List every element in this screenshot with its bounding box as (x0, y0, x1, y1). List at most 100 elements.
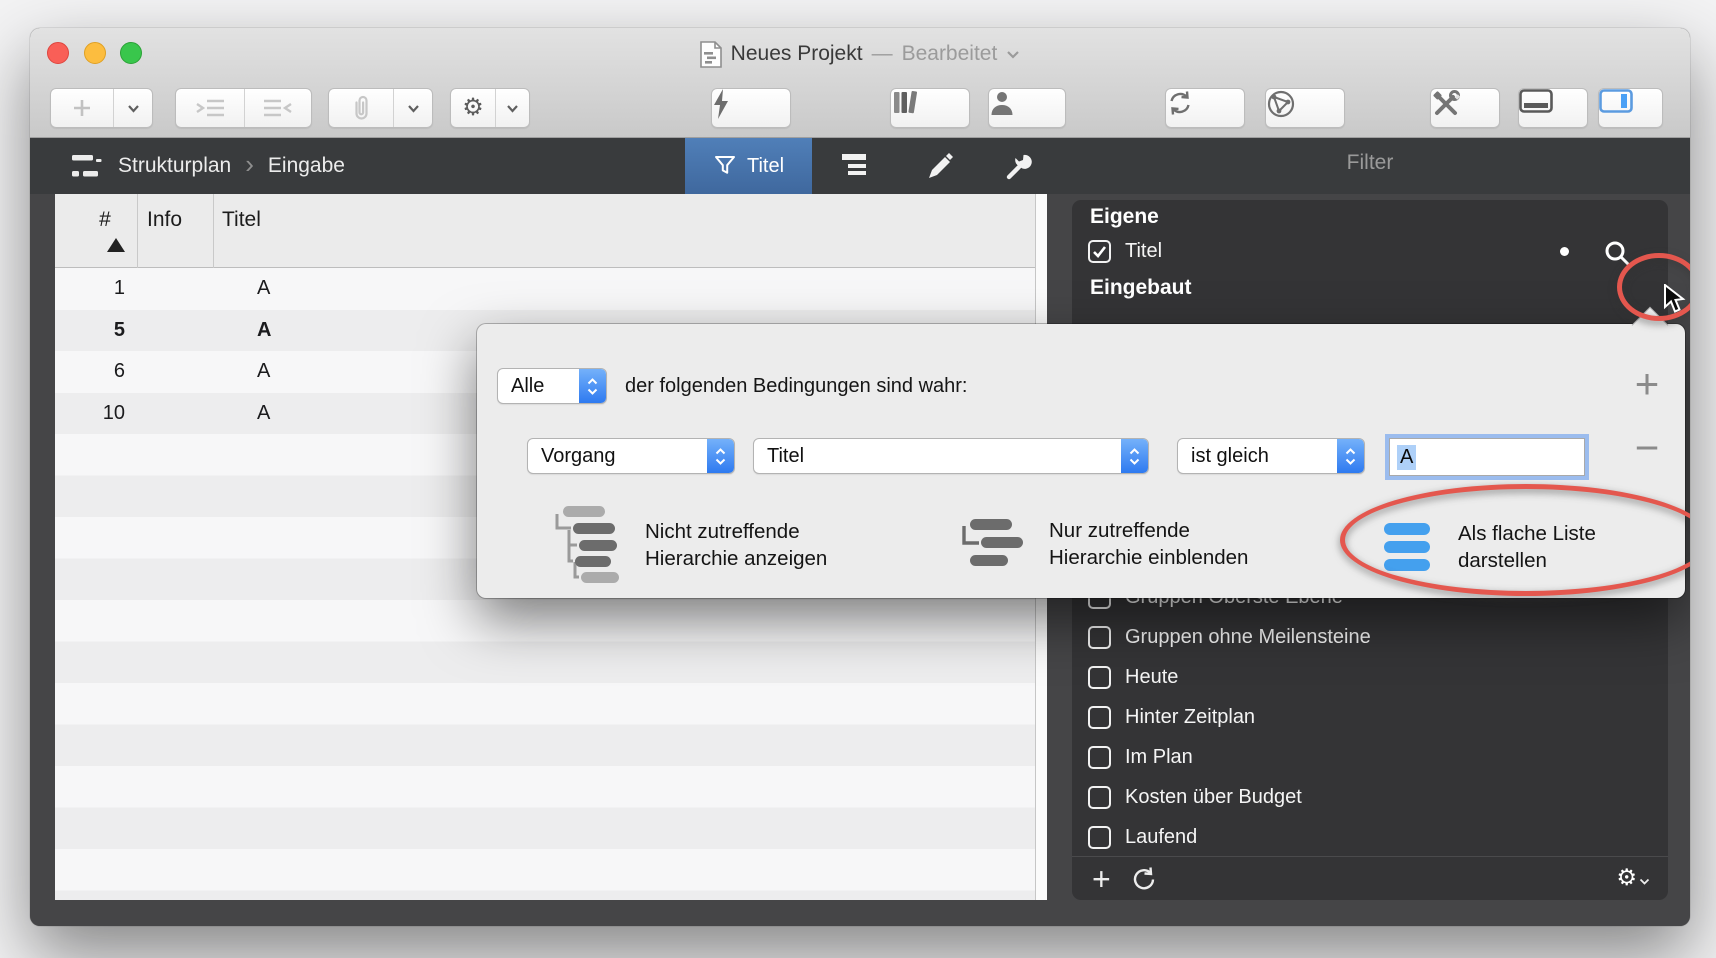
entity-select[interactable]: Vorgang (527, 438, 735, 474)
stepper-icon (707, 439, 734, 473)
section-header-builtin: Eingebaut (1090, 276, 1192, 300)
annotation-ellipse-flat-list (1340, 484, 1690, 596)
gear-button[interactable]: ⚙ (451, 89, 495, 127)
window-chrome-top: Neues Projekt — Bearbeitet (30, 28, 1690, 138)
layout-right-icon (1599, 89, 1633, 113)
outdent-button[interactable] (244, 89, 312, 127)
resources-button[interactable] (988, 88, 1066, 128)
outline-options-button[interactable] (831, 143, 883, 189)
row-number: 5 (55, 319, 137, 342)
attachment-menu-button[interactable] (393, 89, 432, 127)
gear-icon: ⚙ (462, 96, 484, 120)
gear-menu-button[interactable] (495, 89, 529, 127)
format-brush-button[interactable] (915, 143, 967, 189)
filter-item[interactable]: Hinter Zeitplan (1072, 696, 1668, 738)
checkmark-icon (1092, 245, 1107, 258)
outdent-icon (261, 97, 295, 119)
filter-item-label: Kosten über Budget (1125, 786, 1302, 809)
stepper-icon (1337, 439, 1364, 473)
filter-item-label: Hinter Zeitplan (1125, 706, 1255, 729)
hierarchy-matched-icon (957, 517, 1023, 571)
row-number: 6 (55, 360, 137, 383)
column-header-info[interactable]: Info (147, 208, 182, 232)
title-separator: — (872, 42, 893, 66)
filter-item[interactable]: Gruppen ohne Meilensteine (1072, 616, 1668, 658)
document-state: Bearbeitet (902, 42, 998, 66)
checkbox-unchecked[interactable] (1088, 666, 1111, 689)
title-chevron-down-icon[interactable] (1006, 50, 1020, 59)
inspector-button[interactable] (711, 88, 791, 128)
filter-item-titel[interactable]: Titel (1072, 230, 1668, 272)
checkbox-unchecked[interactable] (1088, 746, 1111, 769)
breadcrumb: Strukturplan › Eingabe (70, 138, 345, 194)
match-select[interactable]: Alle (497, 368, 607, 404)
table-row[interactable]: 1 A (55, 268, 1035, 310)
filter-item[interactable]: Kosten über Budget (1072, 776, 1668, 818)
filter-actions-menu[interactable]: ⚙ (1616, 864, 1650, 891)
funnel-icon (713, 154, 737, 178)
add-filter-button[interactable]: + (1092, 863, 1111, 895)
tools-icon (1431, 89, 1461, 119)
row-titel: A (213, 277, 1035, 300)
tools-button[interactable] (1430, 88, 1500, 128)
add-condition-button[interactable]: + (1623, 360, 1671, 408)
filter-titel-button[interactable]: Titel (685, 138, 812, 194)
breadcrumb-current[interactable]: Eingabe (268, 154, 345, 178)
add-button[interactable] (51, 89, 113, 127)
publish-button[interactable] (1265, 88, 1345, 128)
checkbox-unchecked[interactable] (1088, 826, 1111, 849)
option-show-nonmatching-hierarchy[interactable]: Nicht zutreffende Hierarchie anzeigen (547, 504, 827, 586)
sync-button[interactable] (1165, 88, 1245, 128)
add-button-group (50, 88, 153, 128)
attachment-button[interactable] (329, 89, 393, 127)
option-show-matching-hierarchy[interactable]: Nur zutreffende Hierarchie einblenden (957, 517, 1248, 571)
refresh-icon[interactable] (1131, 866, 1155, 892)
checkbox-checked[interactable] (1088, 240, 1111, 263)
operator-select[interactable]: ist gleich (1177, 438, 1365, 474)
breadcrumb-separator: › (245, 149, 254, 180)
row-number: 1 (55, 277, 137, 300)
attachment-icon (350, 95, 372, 122)
toggle-bottom-panel-button[interactable] (1518, 88, 1588, 128)
filter-item-label: Laufend (1125, 826, 1197, 849)
match-select-value: Alle (498, 375, 579, 398)
field-select-value: Titel (754, 445, 1121, 468)
filter-button-label: Titel (747, 155, 784, 178)
remove-condition-button[interactable]: − (1623, 424, 1671, 472)
option-label: Nur zutreffende Hierarchie einblenden (1049, 517, 1248, 571)
library-icon (891, 89, 921, 116)
app-window: Neues Projekt — Bearbeitet (30, 28, 1690, 926)
value-input[interactable]: A (1389, 438, 1585, 476)
table-header: # Info Titel (55, 194, 1035, 268)
chevron-down-icon (506, 104, 519, 113)
stepper-icon (579, 369, 606, 403)
layout-bottom-icon (1519, 89, 1553, 113)
view-settings-button[interactable] (994, 143, 1046, 189)
toggle-right-panel-button[interactable] (1598, 88, 1663, 128)
sync-icon (1166, 89, 1194, 117)
column-header-number[interactable]: # (85, 208, 125, 232)
indent-icon (193, 97, 227, 119)
indent-button[interactable] (176, 89, 244, 127)
column-header-titel[interactable]: Titel (222, 208, 261, 232)
checkbox-unchecked[interactable] (1088, 626, 1111, 649)
add-icon (72, 98, 92, 118)
filter-item[interactable]: Im Plan (1072, 736, 1668, 778)
breadcrumb-root[interactable]: Strukturplan (118, 154, 231, 178)
checkbox-unchecked[interactable] (1088, 706, 1111, 729)
library-button[interactable] (890, 88, 970, 128)
checkbox-unchecked[interactable] (1088, 786, 1111, 809)
add-menu-button[interactable] (113, 89, 152, 127)
field-select[interactable]: Titel (753, 438, 1149, 474)
row-number: 10 (55, 402, 137, 425)
value-input-text: A (1397, 445, 1416, 470)
operator-select-value: ist gleich (1178, 445, 1337, 468)
filter-item[interactable]: Heute (1072, 656, 1668, 698)
network-globe-icon (1266, 89, 1296, 119)
filter-item-label: Im Plan (1125, 746, 1193, 769)
chevron-down-icon (1639, 878, 1650, 886)
filter-item[interactable]: Laufend (1072, 816, 1668, 858)
filter-item-label: Titel (1125, 240, 1162, 263)
indent-group (175, 88, 312, 128)
attachment-group (328, 88, 433, 128)
